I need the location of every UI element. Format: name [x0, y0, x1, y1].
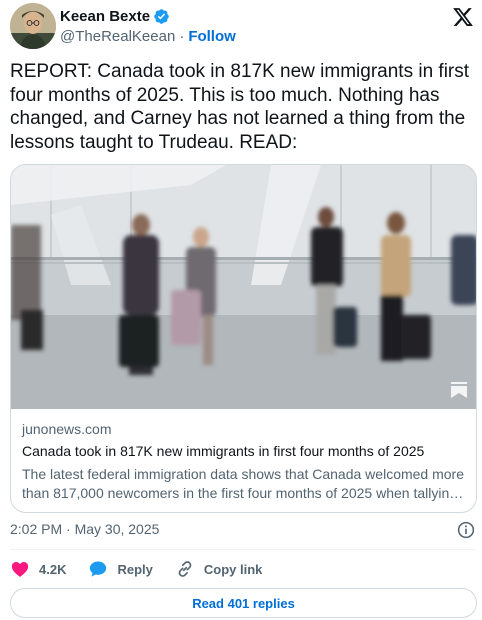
reply-label: Reply	[117, 561, 153, 577]
card-image[interactable]	[11, 165, 476, 409]
card-title[interactable]: Canada took in 817K new immigrants in fi…	[22, 443, 466, 459]
tweet-text: REPORT: Canada took in 817K new immigran…	[10, 61, 470, 153]
card-meta: junonews.com Canada took in 817K new imm…	[22, 421, 466, 503]
x-logo-icon[interactable]	[452, 6, 474, 28]
like-count: 4.2K	[39, 561, 67, 577]
reply-button[interactable]: Reply	[88, 559, 153, 579]
copy-link-label: Copy link	[203, 561, 263, 577]
info-icon[interactable]	[457, 521, 475, 539]
card-domain: junonews.com	[22, 421, 112, 437]
handle[interactable]: @TheRealKeean	[60, 28, 175, 45]
name-row: Keean Bexte	[60, 8, 170, 25]
like-button[interactable]: 4.2K	[10, 559, 66, 579]
separator: ·	[179, 28, 185, 45]
tweet-header: Keean Bexte @TheRealKeean · Follow	[10, 3, 476, 53]
heart-icon	[11, 562, 29, 577]
avatar[interactable]	[10, 3, 56, 49]
link-card[interactable]: junonews.com Canada took in 817K new imm…	[10, 164, 477, 513]
verified-badge-icon	[154, 9, 169, 24]
divider	[10, 549, 476, 550]
copy-link-button[interactable]: Copy link	[175, 559, 263, 579]
link-icon	[178, 561, 192, 577]
bookmark-icon[interactable]	[450, 381, 468, 399]
follow-button[interactable]: Follow	[188, 28, 236, 45]
action-bar: 4.2K Reply Copy link	[10, 558, 284, 580]
handle-row: @TheRealKeean · Follow	[60, 28, 236, 45]
display-name[interactable]: Keean Bexte	[60, 8, 150, 25]
timestamp[interactable]: 2:02 PM · May 30, 2025	[10, 521, 159, 537]
card-description: The latest federal immigration data show…	[22, 466, 464, 501]
read-replies-button[interactable]: Read 401 replies	[10, 588, 477, 618]
speech-bubble-icon	[90, 561, 107, 577]
